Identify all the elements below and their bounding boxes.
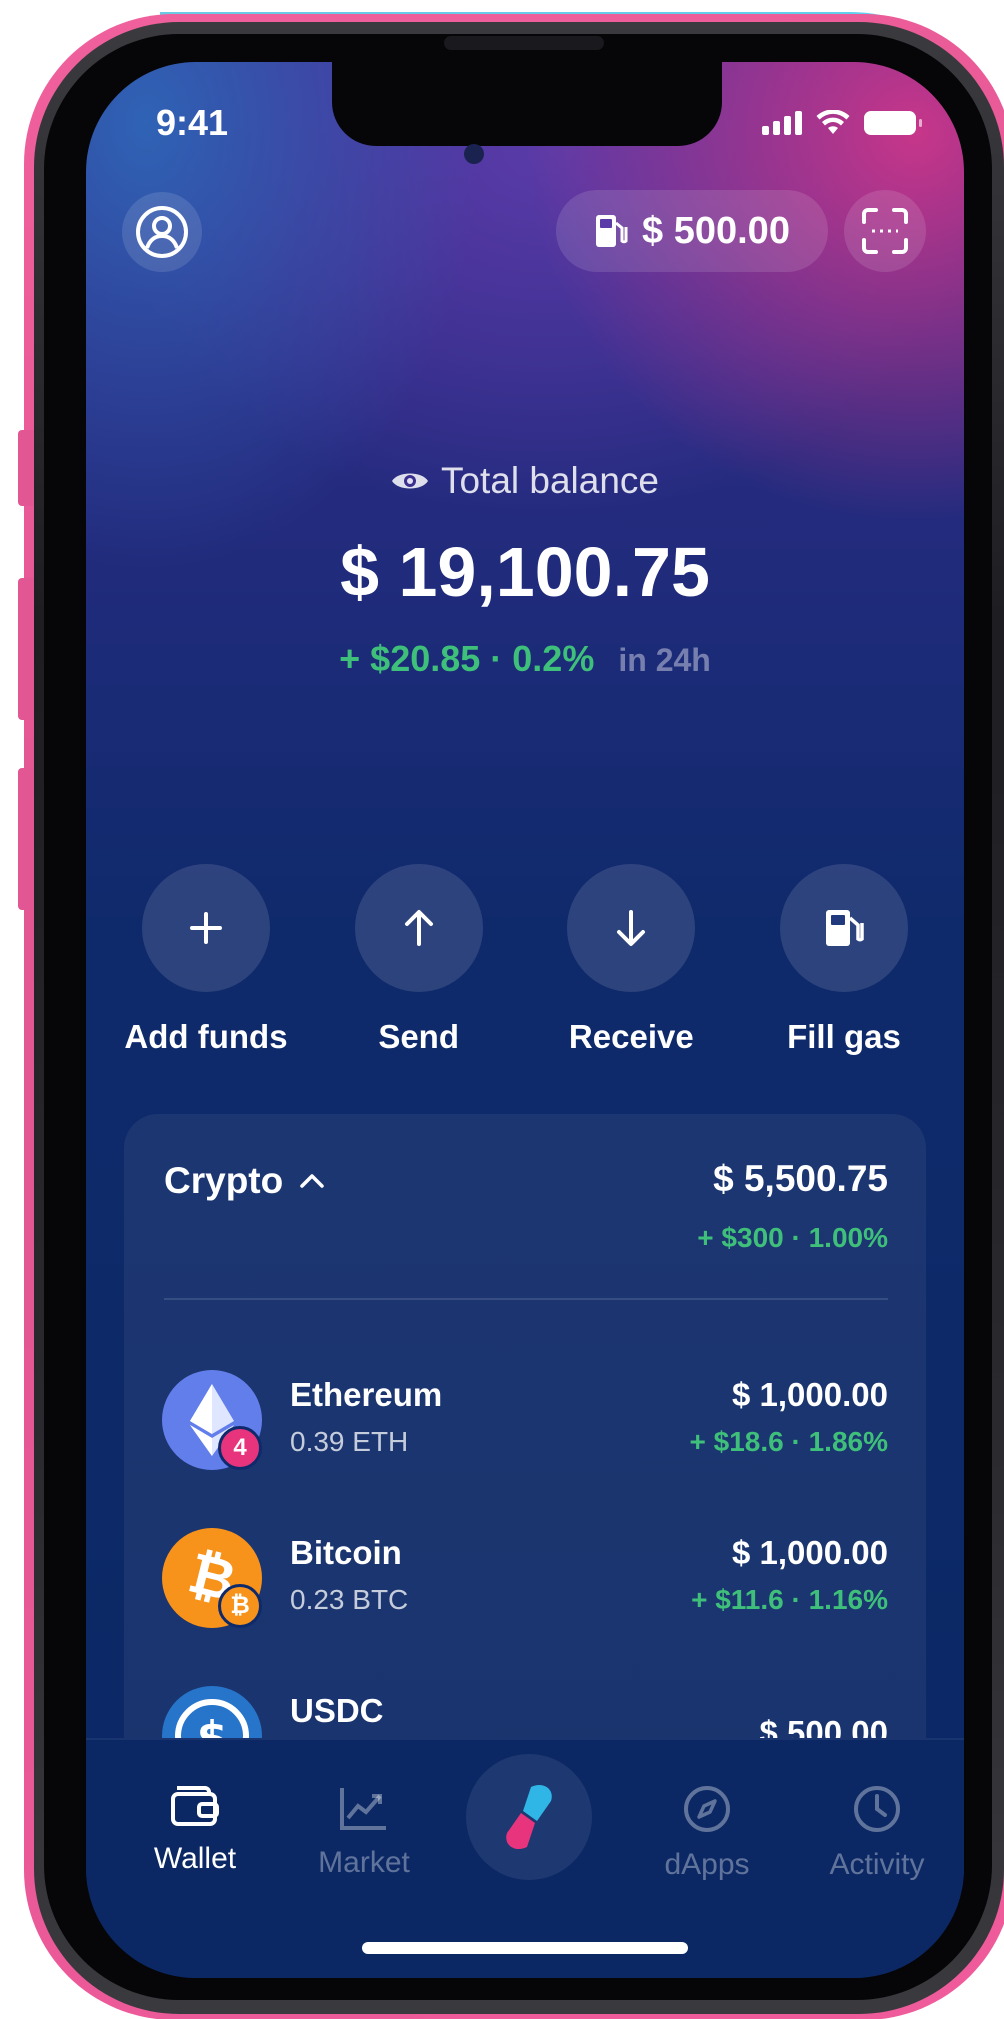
asset-name: USDC: [290, 1692, 384, 1729]
receive-label: Receive: [568, 1018, 694, 1055]
front-camera: [464, 144, 484, 164]
compass-icon: [684, 1786, 730, 1832]
profile-button[interactable]: [122, 192, 202, 272]
asset-name: Bitcoin: [290, 1534, 402, 1571]
crypto-total-change: + $300 · 1.00%: [697, 1222, 888, 1253]
total-balance-value: $ 19,100.75: [340, 533, 710, 611]
plus-icon: [190, 912, 222, 944]
gas-balance-pill[interactable]: $ 500.00: [556, 190, 828, 272]
card-divider: [164, 1298, 888, 1300]
earpiece-speaker: [444, 36, 604, 50]
user-icon: [136, 206, 188, 258]
crypto-total-value: $ 5,500.75: [713, 1158, 888, 1199]
tab-market[interactable]: Market: [289, 1784, 439, 1880]
asset-name: Ethereum: [290, 1376, 443, 1413]
send-label: Send: [378, 1018, 459, 1055]
tab-activity-label: Activity: [829, 1848, 925, 1881]
balance-change: + $20.85 · 0.2% in 24h: [86, 638, 964, 680]
crypto-section-toggle[interactable]: Crypto: [164, 1160, 325, 1202]
home-indicator[interactable]: [362, 1942, 688, 1954]
app-logo-icon: [506, 1784, 552, 1850]
balance-change-period: in 24h: [618, 642, 711, 678]
add-funds-circle[interactable]: [142, 864, 270, 992]
tab-dapps[interactable]: dApps: [632, 1784, 782, 1882]
signal-icon: [762, 111, 802, 135]
asset-row-bitcoin[interactable]: ₿ ₿ Bitcoin 0.23 BTC $ 1,000.00 + $11.6 …: [162, 1528, 888, 1632]
asset-change: + $18.6 · 1.86%: [689, 1426, 888, 1457]
fill-gas-circle[interactable]: [779, 864, 908, 992]
asset-amount: 0.39 ETH: [290, 1426, 409, 1457]
fill-gas-button[interactable]: Fill gas: [744, 864, 944, 1056]
total-balance-label[interactable]: Total balance: [86, 460, 964, 502]
fill-gas-label: Fill gas: [787, 1018, 901, 1055]
receive-button[interactable]: Receive: [531, 864, 731, 1056]
add-funds-label: Add funds: [124, 1018, 288, 1055]
send-circle[interactable]: [354, 864, 483, 992]
arrow-up-icon: [404, 910, 433, 946]
asset-value: $ 1,000.00: [732, 1376, 888, 1413]
asset-amount: 0.23 BTC: [290, 1584, 409, 1615]
asset-change: + $11.6 · 1.16%: [691, 1584, 888, 1615]
arrow-down-icon: [617, 910, 646, 946]
total-balance-text: Total balance: [440, 460, 660, 501]
chevron-up-icon: [300, 1174, 324, 1188]
send-button[interactable]: Send: [319, 864, 519, 1056]
gas-pump-icon: [825, 910, 864, 946]
app-logo-button[interactable]: [466, 1754, 592, 1880]
crypto-title: Crypto: [164, 1160, 284, 1201]
tab-wallet[interactable]: Wallet: [120, 1784, 270, 1876]
receive-circle[interactable]: [567, 864, 696, 992]
status-icons: [762, 110, 922, 136]
bitcoin-network-badge: ₿: [218, 1584, 262, 1628]
scan-icon: [862, 208, 908, 254]
battery-icon: [864, 111, 922, 135]
clock-icon: [854, 1786, 900, 1832]
add-funds-button[interactable]: Add funds: [106, 864, 306, 1056]
scan-qr-button[interactable]: [844, 190, 926, 272]
device-page: 9:41 $ 500.00 Total balance $ 19,100.75 …: [0, 0, 1004, 2019]
ethereum-network-badge: 4: [218, 1426, 262, 1470]
asset-value: $ 1,000.00: [732, 1534, 888, 1571]
wallet-icon: [171, 1786, 219, 1826]
gas-pump-icon: [596, 215, 628, 247]
chart-icon: [340, 1788, 386, 1830]
balance-change-value: + $20.85 · 0.2%: [339, 638, 595, 679]
tab-wallet-label: Wallet: [153, 1842, 237, 1875]
gas-balance-value: $ 500.00: [642, 209, 790, 252]
tab-activity[interactable]: Activity: [802, 1784, 952, 1882]
wifi-icon: [816, 110, 850, 134]
app-screen: 9:41 $ 500.00 Total balance $ 19,100.75 …: [86, 62, 964, 1978]
asset-row-ethereum[interactable]: 4 Ethereum 0.39 ETH $ 1,000.00 + $18.6 ·…: [162, 1370, 888, 1474]
tab-market-label: Market: [318, 1846, 410, 1879]
eye-icon: [391, 473, 428, 489]
status-time: 9:41: [156, 102, 229, 143]
notch: [332, 62, 722, 146]
quick-actions: Add funds Send Receive Fill gas: [106, 864, 944, 1056]
tab-dapps-label: dApps: [664, 1848, 750, 1881]
